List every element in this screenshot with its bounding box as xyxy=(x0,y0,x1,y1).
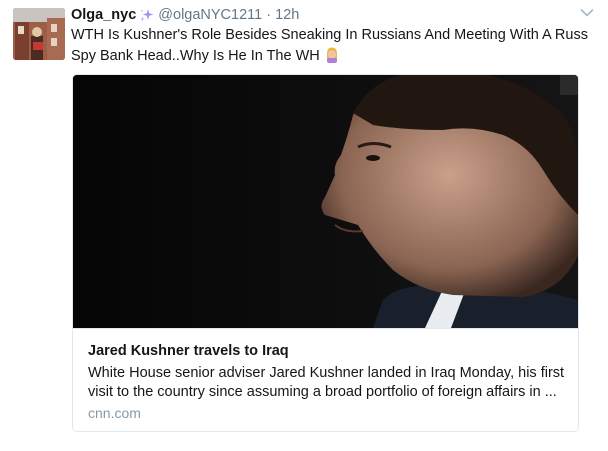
avatar[interactable] xyxy=(13,8,65,60)
tweet-text-line-1: WTH Is Kushner's Role Besides Sneaking I… xyxy=(71,27,588,43)
card-description-line-2: visit to the country since assuming a br… xyxy=(88,384,557,400)
display-name[interactable]: Olga_nyc xyxy=(71,7,136,23)
sparkles-icon xyxy=(139,8,154,23)
tweet[interactable]: Olga_nyc @olgaNYC1211 · 12h WTH Is Kushn… xyxy=(0,0,608,451)
card-description-line-1: White House senior adviser Jared Kushner… xyxy=(88,365,565,381)
user-handle[interactable]: @olgaNYC1211 xyxy=(158,7,262,23)
card-domain[interactable]: cnn.com xyxy=(88,405,141,421)
card-image[interactable] xyxy=(73,75,578,328)
link-preview-card[interactable]: Jared Kushner travels to Iraq White Hous… xyxy=(72,74,579,432)
tweet-text: WTH Is Kushner's Role Besides Sneaking I… xyxy=(71,26,591,69)
woman-facepalming-icon xyxy=(324,46,340,70)
card-description: White House senior adviser Jared Kushner… xyxy=(88,364,568,402)
chevron-down-icon[interactable] xyxy=(580,8,594,18)
separator-dot: · xyxy=(266,7,272,23)
tweet-text-line-2-text: Spy Bank Head..Why Is He In The WH xyxy=(71,47,320,64)
tweet-header: Olga_nyc @olgaNYC1211 · 12h xyxy=(71,5,299,25)
card-title[interactable]: Jared Kushner travels to Iraq xyxy=(88,343,289,359)
tweet-text-line-2: Spy Bank Head..Why Is He In The WH xyxy=(71,46,591,70)
timestamp[interactable]: 12h xyxy=(275,7,299,23)
card-body[interactable]: Jared Kushner travels to Iraq White Hous… xyxy=(73,328,578,431)
